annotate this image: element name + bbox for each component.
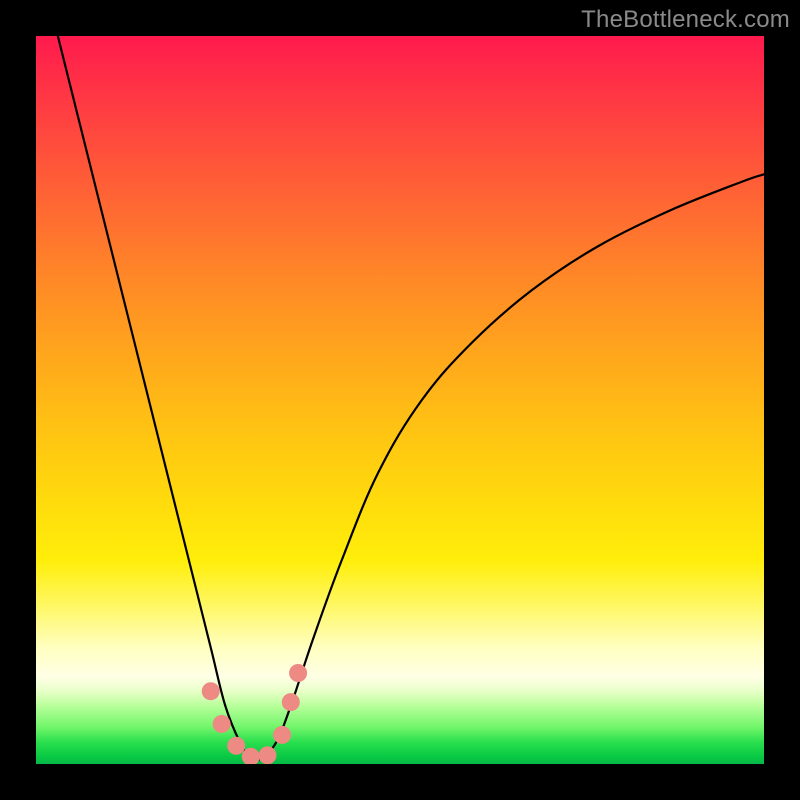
curve-marker xyxy=(227,737,245,755)
curve-marker xyxy=(289,664,307,682)
curve-marker xyxy=(213,715,231,733)
curve-marker xyxy=(282,693,300,711)
chart-frame: TheBottleneck.com xyxy=(0,0,800,800)
bottleneck-curve xyxy=(58,36,764,760)
curve-svg xyxy=(36,36,764,764)
curve-marker xyxy=(202,682,220,700)
watermark-text: TheBottleneck.com xyxy=(581,6,790,34)
curve-marker xyxy=(273,726,291,744)
plot-area xyxy=(36,36,764,764)
curve-marker xyxy=(259,746,277,764)
